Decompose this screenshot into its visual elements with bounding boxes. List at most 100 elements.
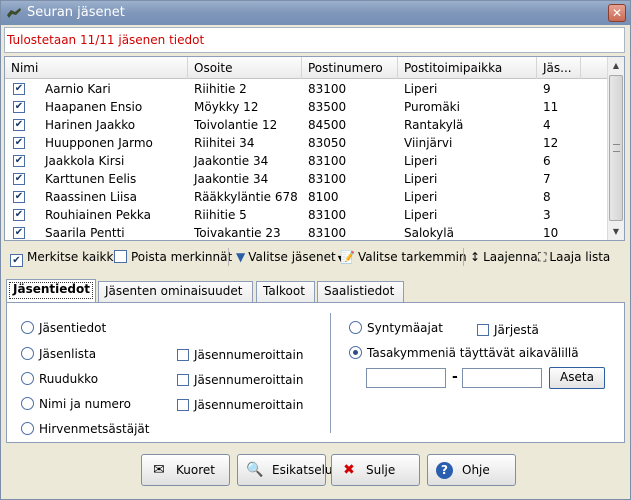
member-grid[interactable]: Nimi Osoite Postinumero Postitoimipaikka… (4, 56, 625, 241)
help-button[interactable]: ? Ohje (427, 454, 516, 486)
toolbar-separator (228, 248, 229, 266)
table-row[interactable]: ✔ Raassinen Liisa Rääkkyläntie 678 8100 Lipe… (5, 188, 609, 206)
remove-marks-checkbox[interactable]: Poista merkinnät (114, 248, 232, 266)
table-cell: Riihitei 34 (194, 136, 255, 150)
radio-icon (21, 372, 34, 385)
checkbox-empty-icon (177, 374, 189, 386)
table-row[interactable]: ✔ Aarnio Kari Riihitie 2 83100 Liperi 9 (5, 80, 609, 98)
filter-icon: ▼ (236, 250, 246, 264)
panel-divider (330, 313, 331, 433)
table-cell: Raassinen Liisa (45, 190, 137, 204)
table-cell: 83100 (308, 208, 347, 222)
table-cell: 3 (543, 208, 551, 222)
column-header-city[interactable]: Postitoimipaikka (398, 57, 537, 79)
radio-birthdays[interactable]: Syntymäajat (349, 320, 443, 336)
radio-moose-hunters[interactable]: Hirvenmetsästäjät (21, 421, 149, 437)
table-row[interactable]: ✔ Harinen Jaakko Toivolantie 12 84500 Rantak… (5, 116, 609, 134)
radio-icon (21, 321, 34, 334)
status-text: Tulostetaan 11/11 jäsenen tiedot (7, 33, 205, 47)
sort-checkbox-member-list[interactable]: Jäsennumeroittain (177, 347, 303, 363)
table-cell: 6 (543, 154, 551, 168)
tab-work-parties[interactable]: Talkoot (256, 281, 315, 302)
select-more-button[interactable]: 📝 Valitse tarkemmin (340, 248, 467, 266)
radio-member-list[interactable]: Jäsenlista (21, 346, 96, 362)
table-row[interactable]: ✔ Rouhiainen Pekka Riihitie 5 83100 Liperi 3 (5, 206, 609, 224)
column-header-address[interactable]: Osoite (188, 57, 302, 79)
wide-list-icon: ⛶ (538, 250, 547, 264)
table-cell: Möykky 12 (194, 100, 259, 114)
tab-member-info[interactable]: Jäsentiedot (6, 279, 96, 302)
table-cell: Puromäki (404, 100, 460, 114)
checkbox-empty-icon (114, 250, 127, 263)
table-cell: Harinen Jaakko (45, 118, 136, 132)
select-members-dropdown[interactable]: ▼ Valitse jäsenet ▼ (236, 248, 344, 266)
close-window-button[interactable]: ✕ (608, 4, 626, 22)
envelopes-button[interactable]: ✉ Kuoret (141, 454, 230, 486)
window-title: Seuran jäsenet (27, 5, 125, 20)
table-cell: 83100 (308, 82, 347, 96)
row-checkbox[interactable]: ✔ (13, 119, 25, 131)
scroll-thumb[interactable] (609, 75, 623, 221)
radio-icon (21, 422, 34, 435)
range-end-input[interactable] (462, 368, 542, 388)
column-header-postcode[interactable]: Postinumero (302, 57, 398, 79)
scroll-down-icon[interactable]: ▼ (608, 223, 624, 240)
set-button[interactable]: Aseta (549, 367, 605, 389)
close-button[interactable]: ✖ Sulje (331, 454, 420, 486)
radio-member-info[interactable]: Jäsentiedot (21, 320, 106, 336)
status-banner: Tulostetaan 11/11 jäsenen tiedot (4, 27, 625, 53)
table-cell: 4 (543, 118, 551, 132)
tab-catch-info[interactable]: Saalistiedot (317, 281, 404, 302)
sort-checkbox[interactable]: Järjestä (477, 322, 539, 338)
table-row[interactable]: ✔ Haapanen Ensio Möykky 12 83500 Puromäki 11 (5, 98, 609, 116)
row-checkbox[interactable]: ✔ (13, 227, 25, 239)
expand-button[interactable]: ↕ Laajenna (470, 248, 538, 266)
table-cell: Toivakantie 23 (194, 226, 281, 240)
table-cell: Liperi (404, 172, 438, 186)
tab-member-properties[interactable]: Jäsenten ominaisuudet (98, 281, 253, 302)
table-cell: 10 (543, 226, 559, 240)
row-checkbox[interactable]: ✔ (13, 155, 25, 167)
scroll-up-icon[interactable]: ▲ (608, 57, 624, 74)
table-cell: 83100 (308, 172, 347, 186)
app-icon (7, 8, 21, 18)
edit-list-icon: 📝 (340, 250, 355, 264)
table-cell: 83050 (308, 136, 347, 150)
table-cell: Saarila Pentti (45, 226, 125, 240)
wide-list-button[interactable]: ⛶ Laaja lista (538, 248, 610, 266)
table-cell: 83500 (308, 100, 347, 114)
table-row[interactable]: ✔ Karttunen Eelis Jaakontie 34 83100 Liperi 7 (5, 170, 609, 188)
column-header-name[interactable]: Nimi (5, 57, 188, 79)
row-checkbox[interactable]: ✔ (13, 101, 25, 113)
magnifier-icon: 🔍 (246, 462, 264, 478)
table-row[interactable]: ✔ Saarila Pentti Toivakantie 23 83100 Saloky… (5, 224, 609, 240)
table-cell: Haapanen Ensio (45, 100, 143, 114)
radio-grid[interactable]: Ruudukko (21, 371, 98, 387)
table-cell: Salokylä (404, 226, 454, 240)
toolbar-separator (463, 248, 464, 266)
radio-round-birthdays[interactable]: Tasakymmeniä täyttävät aikavälillä (349, 345, 579, 361)
table-cell: Huupponen Jarmo (45, 136, 153, 150)
radio-name-and-number[interactable]: Nimi ja numero (21, 396, 131, 412)
sort-checkbox-grid[interactable]: Jäsennumeroittain (177, 372, 303, 388)
grid-scrollbar[interactable]: ▲ ▼ (607, 57, 624, 240)
table-row[interactable]: ✔ Jaakkola Kirsi Jaakontie 34 83100 Liperi 6 (5, 152, 609, 170)
row-checkbox[interactable]: ✔ (13, 137, 25, 149)
radio-icon (21, 397, 34, 410)
table-cell: 83100 (308, 154, 347, 168)
row-checkbox[interactable]: ✔ (13, 173, 25, 185)
table-cell: Liperi (404, 190, 438, 204)
table-row[interactable]: ✔ Huupponen Jarmo Riihitei 34 83050 Viinjärv… (5, 134, 609, 152)
row-checkbox[interactable]: ✔ (13, 83, 25, 95)
radio-selected-icon (349, 346, 362, 359)
table-cell: 84500 (308, 118, 347, 132)
row-checkbox[interactable]: ✔ (13, 191, 25, 203)
row-checkbox[interactable]: ✔ (13, 209, 25, 221)
mark-all-checkbox[interactable]: ✔ Merkitse kaikki (10, 248, 117, 267)
column-header-member-number[interactable]: Jäs... (537, 57, 581, 79)
member-info-panel: Jäsentiedot Jäsenlista Ruudukko Nimi ja … (6, 302, 625, 443)
sort-checkbox-name-number[interactable]: Jäsennumeroittain (177, 397, 303, 413)
expand-vertical-icon: ↕ (470, 250, 481, 264)
range-start-input[interactable] (366, 368, 446, 388)
preview-button[interactable]: 🔍 Esikatselu (237, 454, 333, 486)
